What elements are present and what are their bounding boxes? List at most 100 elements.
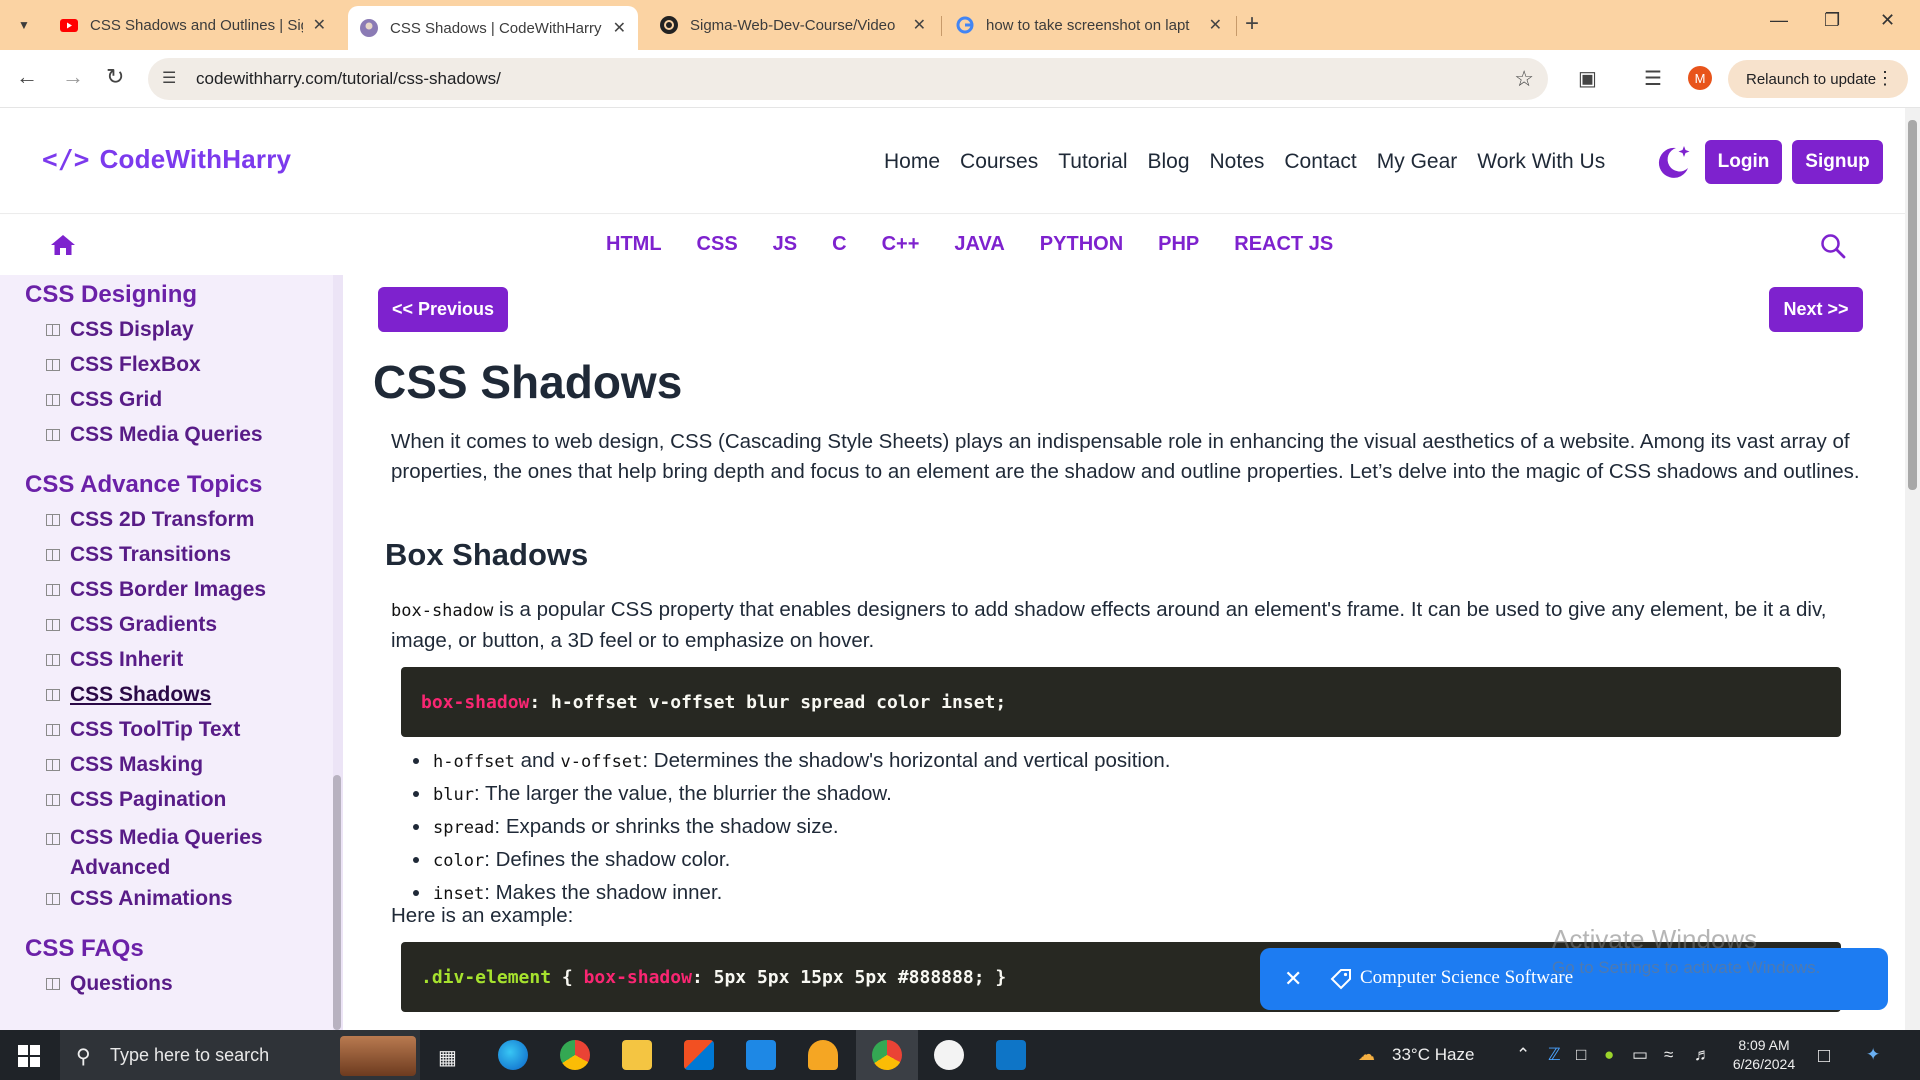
sidebar-item[interactable]: CSS FlexBox <box>46 353 201 377</box>
dark-mode-moon-icon[interactable] <box>1654 142 1694 182</box>
relaunch-button[interactable]: Relaunch to update ⋮ <box>1728 60 1908 98</box>
new-tab-button[interactable]: + <box>1245 10 1259 38</box>
lang-php[interactable]: PHP <box>1158 233 1199 256</box>
close-tab-icon[interactable]: ✕ <box>613 18 626 38</box>
restore-icon[interactable]: ❐ <box>1824 10 1840 31</box>
meet-icon[interactable]: □ <box>1576 1045 1586 1065</box>
close-tab-icon[interactable]: ✕ <box>913 15 926 35</box>
browser-tab-1[interactable]: CSS Shadows and Outlines | Sig ✕ <box>48 6 338 44</box>
store-icon[interactable] <box>684 1040 714 1070</box>
sidebar-item[interactable]: CSS Masking <box>46 753 203 777</box>
file-explorer-icon[interactable] <box>622 1040 652 1070</box>
media-controls-icon[interactable]: ☰ <box>1644 66 1662 91</box>
bookmark-star-icon[interactable]: ☆ <box>1514 66 1534 92</box>
tab-title: Sigma-Web-Dev-Course/Video <box>690 16 896 34</box>
app-icon[interactable] <box>934 1040 964 1070</box>
forward-icon[interactable]: → <box>62 64 84 90</box>
weather-text[interactable]: 33°C Haze <box>1392 1045 1474 1065</box>
app-tray-icon[interactable]: ● <box>1604 1045 1614 1065</box>
sidebar-item[interactable]: CSS Transitions <box>46 543 231 567</box>
toast-text[interactable]: Computer Science Software <box>1360 967 1573 989</box>
lang-html[interactable]: HTML <box>606 233 662 256</box>
site-info-icon[interactable]: ☰ <box>162 68 176 88</box>
bluetooth-icon[interactable]: ℤ <box>1548 1045 1561 1065</box>
wifi-icon[interactable]: ≈ <box>1664 1045 1673 1065</box>
extensions-icon[interactable]: ▣ <box>1578 66 1597 91</box>
browser-tab-4[interactable]: how to take screenshot on lapt ✕ <box>944 6 1234 44</box>
sidebar-item[interactable]: CSS Border Images <box>46 578 266 602</box>
lang-python[interactable]: PYTHON <box>1040 233 1123 256</box>
lang-cpp[interactable]: C++ <box>882 233 920 256</box>
task-view-icon[interactable]: ▦ <box>438 1045 457 1070</box>
search-icon[interactable] <box>1819 232 1847 260</box>
lang-react-js[interactable]: REACT JS <box>1234 233 1333 256</box>
sidebar-item-current[interactable]: CSS Shadows <box>46 683 211 707</box>
sidebar-section-title: CSS FAQs <box>25 935 144 962</box>
sidebar-item[interactable]: CSS Grid <box>46 388 162 412</box>
nav-courses[interactable]: Courses <box>960 150 1038 174</box>
battery-icon[interactable]: ▭ <box>1632 1045 1648 1065</box>
sidebar-item[interactable]: CSS Pagination <box>46 788 226 812</box>
lang-java[interactable]: JAVA <box>954 233 1004 256</box>
sidebar-item[interactable]: CSS Animations <box>46 887 233 911</box>
sidebar-item[interactable]: CSS Inherit <box>46 648 183 672</box>
lang-c[interactable]: C <box>832 233 846 256</box>
close-tab-icon[interactable]: ✕ <box>1209 15 1222 35</box>
copilot-icon[interactable]: ✦ <box>1866 1045 1880 1065</box>
chrome-profile-icon[interactable] <box>872 1040 902 1070</box>
browser-tab-bar: ▼ CSS Shadows and Outlines | Sig ✕ CSS S… <box>0 0 1920 50</box>
sidebar-item[interactable]: Questions <box>46 972 173 996</box>
nav-home[interactable]: Home <box>884 150 940 174</box>
tab-search-button[interactable]: ▼ <box>10 12 38 38</box>
close-toast-icon[interactable]: ✕ <box>1284 966 1302 992</box>
badge-app-icon[interactable] <box>808 1040 838 1070</box>
chrome-icon[interactable] <box>560 1040 590 1070</box>
nav-work-with-us[interactable]: Work With Us <box>1477 150 1605 174</box>
property-list: h-offset and v-offset: Determines the sh… <box>409 745 1170 910</box>
signup-button[interactable]: Signup <box>1792 140 1883 184</box>
home-icon[interactable] <box>50 233 76 257</box>
sidebar-item[interactable]: CSS Media Queries Advanced <box>46 823 296 883</box>
close-tab-icon[interactable]: ✕ <box>313 15 326 35</box>
nav-tutorial[interactable]: Tutorial <box>1058 150 1127 174</box>
volume-icon[interactable]: ♬ <box>1694 1045 1711 1065</box>
sidebar-scrollbar-thumb[interactable] <box>333 775 341 1030</box>
sidebar-item[interactable]: CSS Display <box>46 318 194 342</box>
inline-code: box-shadow <box>391 601 494 621</box>
minimize-icon[interactable]: — <box>1770 10 1788 31</box>
browser-tab-2[interactable]: CSS Shadows | CodeWithHarry ✕ <box>348 6 638 50</box>
sidebar-item[interactable]: CSS Media Queries <box>46 423 263 447</box>
notifications-icon[interactable]: □ <box>1818 1045 1830 1068</box>
nav-my-gear[interactable]: My Gear <box>1377 150 1458 174</box>
lang-css[interactable]: CSS <box>697 233 738 256</box>
previous-button[interactable]: << Previous <box>378 287 508 332</box>
sidebar-item[interactable]: CSS ToolTip Text <box>46 718 240 742</box>
omnibox[interactable]: ☰ codewithharry.com/tutorial/css-shadows… <box>148 58 1548 100</box>
taskbar-clock[interactable]: 8:09 AM 6/26/2024 <box>1728 1036 1800 1074</box>
taskbar-search-box[interactable]: ⚲ Type here to search <box>60 1030 420 1080</box>
next-button[interactable]: Next >> <box>1769 287 1863 332</box>
mail-icon[interactable] <box>746 1040 776 1070</box>
nav-blog[interactable]: Blog <box>1147 150 1189 174</box>
url-text[interactable]: codewithharry.com/tutorial/css-shadows/ <box>196 69 501 89</box>
activate-windows-title: Activate Windows <box>1552 924 1758 954</box>
show-hidden-icons-icon[interactable]: ⌃ <box>1516 1045 1530 1065</box>
sidebar-item[interactable]: CSS Gradients <box>46 613 217 637</box>
lang-js[interactable]: JS <box>773 233 797 256</box>
more-menu-icon[interactable]: ⋮ <box>1876 68 1894 89</box>
login-button[interactable]: Login <box>1705 140 1782 184</box>
back-icon[interactable]: ← <box>16 64 38 90</box>
edge-icon[interactable] <box>498 1040 528 1070</box>
windows-start-icon[interactable] <box>18 1045 40 1067</box>
profile-avatar[interactable]: M <box>1688 66 1712 90</box>
page-scrollbar-thumb[interactable] <box>1908 120 1917 490</box>
vscode-icon[interactable] <box>996 1040 1026 1070</box>
close-window-icon[interactable]: ✕ <box>1880 10 1895 31</box>
reload-icon[interactable]: ↻ <box>106 64 124 90</box>
nav-notes[interactable]: Notes <box>1210 150 1265 174</box>
browser-tab-3[interactable]: Sigma-Web-Dev-Course/Video ✕ <box>648 6 938 44</box>
taskbar-search-placeholder: Type here to search <box>110 1045 270 1065</box>
site-logo[interactable]: </> CodeWithHarry <box>42 144 291 175</box>
nav-contact[interactable]: Contact <box>1284 150 1356 174</box>
sidebar-item[interactable]: CSS 2D Transform <box>46 508 254 532</box>
